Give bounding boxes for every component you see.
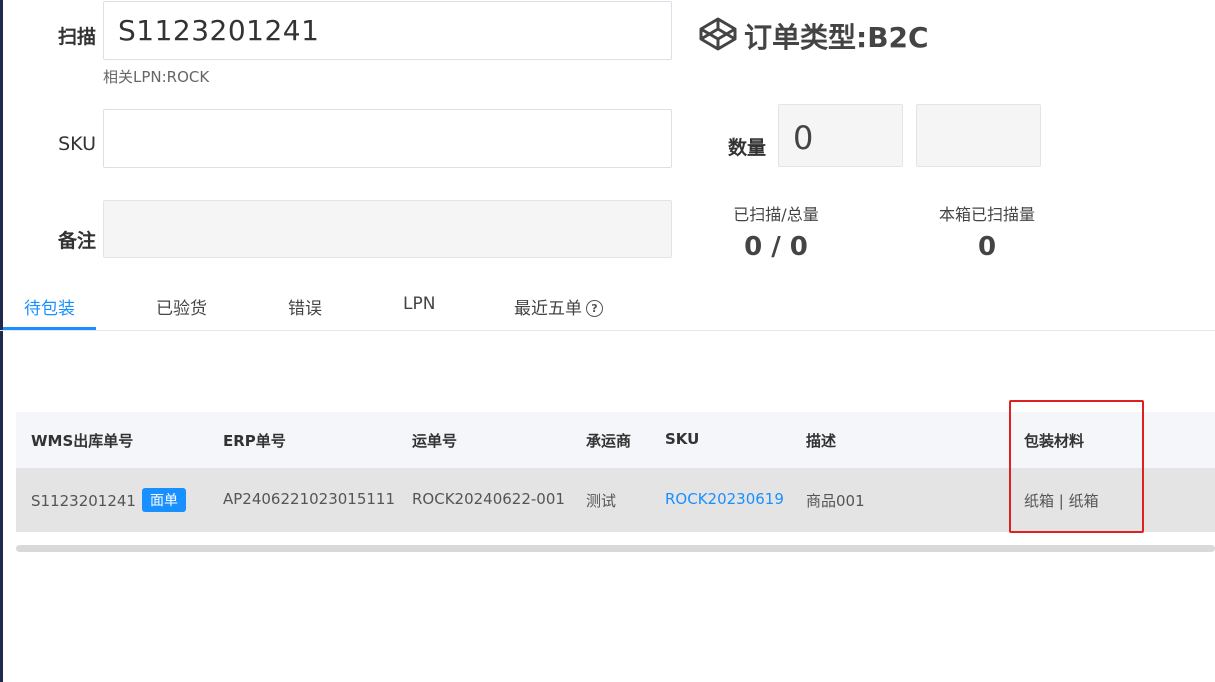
- cell-wms-no: S1123201241 面单: [31, 488, 186, 512]
- sku-input[interactable]: [103, 109, 672, 168]
- related-lpn-text: 相关LPN:ROCK: [103, 68, 210, 86]
- scan-label: 扫描: [57, 26, 96, 48]
- quantity-input[interactable]: 0: [778, 104, 903, 167]
- col-erp-no: ERP单号: [223, 432, 286, 450]
- col-waybill: 运单号: [412, 432, 458, 450]
- cell-desc: 商品001: [806, 492, 865, 510]
- question-circle-icon[interactable]: ?: [586, 300, 603, 317]
- sidebar-edge: [0, 0, 3, 682]
- box-scanned-value: 0: [977, 232, 997, 262]
- tab-lpn[interactable]: LPN: [403, 294, 435, 314]
- tab-inspected[interactable]: 已验货: [156, 294, 207, 319]
- sku-label: SKU: [58, 133, 96, 155]
- tab-recent-five-label: 最近五单: [514, 299, 582, 319]
- cell-erp-no: AP2406221023015111: [223, 490, 396, 508]
- quantity-extra-input[interactable]: [916, 104, 1041, 167]
- scanned-total-label: 已扫描/总量: [733, 205, 819, 224]
- order-type-text: 订单类型:B2C: [744, 21, 929, 54]
- waybill-badge[interactable]: 面单: [141, 488, 186, 512]
- col-carrier: 承运商: [586, 432, 632, 450]
- remark-label: 备注: [57, 230, 96, 252]
- cell-sku-link[interactable]: ROCK20230619: [665, 490, 784, 508]
- scanned-total-value: 0 / 0: [744, 232, 808, 262]
- quantity-value: 0: [793, 119, 814, 157]
- codepen-cube-icon: [698, 16, 738, 56]
- wms-no-text: S1123201241: [31, 492, 136, 510]
- tab-bar: 待包装 已验货 错误 LPN 最近五单?: [0, 282, 1215, 331]
- cell-carrier: 测试: [586, 492, 617, 510]
- col-wms-no: WMS出库单号: [31, 432, 134, 450]
- tab-errors[interactable]: 错误: [288, 294, 322, 319]
- remark-input[interactable]: [103, 200, 672, 258]
- col-sku: SKU: [665, 430, 700, 448]
- order-type: 订单类型:B2C: [698, 16, 929, 56]
- tab-recent-five[interactable]: 最近五单?: [514, 294, 603, 319]
- box-scanned-label: 本箱已扫描量: [938, 205, 1035, 224]
- cell-waybill: ROCK20240622-001: [412, 490, 565, 508]
- col-desc: 描述: [806, 432, 837, 450]
- tab-pending-pack[interactable]: 待包装: [24, 294, 75, 319]
- active-tab-indicator: [3, 327, 96, 330]
- scan-input-value: S1123201241: [118, 14, 320, 47]
- packaging-highlight-box: [1009, 400, 1144, 533]
- quantity-label: 数量: [727, 137, 766, 159]
- scan-input[interactable]: S1123201241: [103, 1, 672, 60]
- table-horizontal-scrollbar[interactable]: [16, 545, 1215, 552]
